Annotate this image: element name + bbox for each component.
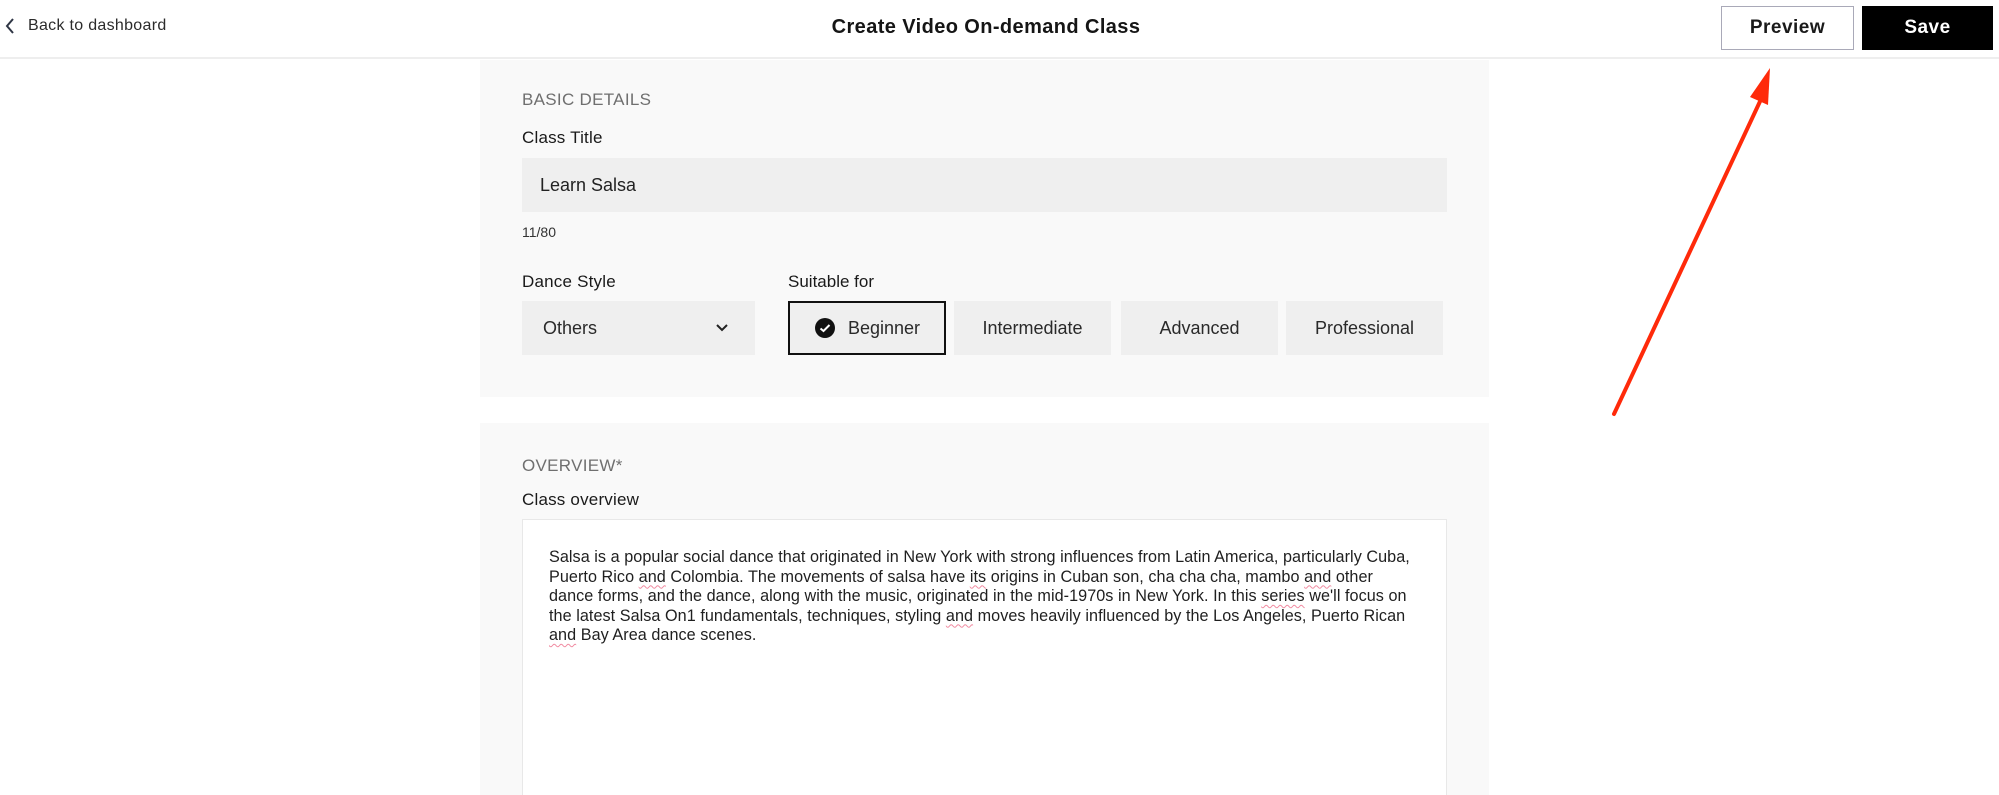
- class-overview-textarea[interactable]: Salsa is a popular social dance that ori…: [522, 519, 1447, 795]
- spellcheck-word: and: [638, 567, 666, 586]
- spellcheck-word: and: [945, 606, 974, 625]
- level-advanced-button[interactable]: Advanced: [1121, 301, 1278, 355]
- text-segment: Colombia. The movements of salsa have: [665, 567, 970, 586]
- chevron-down-icon: [716, 324, 728, 332]
- class-overview-label: Class overview: [522, 490, 640, 509]
- text-segment: moves heavily influenced by the Los Ange…: [973, 606, 1406, 625]
- char-count: 11/80: [522, 224, 556, 240]
- spellcheck-word: series: [1261, 587, 1305, 605]
- level-intermediate-button[interactable]: Intermediate: [954, 301, 1111, 355]
- preview-button[interactable]: Preview: [1721, 6, 1854, 50]
- dance-style-value: Others: [543, 317, 598, 338]
- page-title: Create Video On-demand Class: [831, 16, 1141, 38]
- text-segment: Bay Area dance scenes.: [576, 626, 757, 644]
- spellcheck-word: its: [969, 567, 987, 586]
- spellcheck-word: and: [1304, 567, 1332, 586]
- save-button[interactable]: Save: [1862, 6, 1993, 50]
- level-label: Beginner: [847, 317, 921, 338]
- overview-panel: OVERVIEW* Class overview Salsa is a popu…: [480, 423, 1489, 795]
- dance-style-select[interactable]: Others: [522, 301, 755, 355]
- class-overview-text: Salsa is a popular social dance that ori…: [549, 548, 1420, 646]
- basic-details-panel: BASIC DETAILS Class Title 11/80 Dance St…: [480, 60, 1489, 397]
- annotation-arrow-icon: [1612, 68, 1770, 416]
- class-title-label: Class Title: [522, 128, 603, 147]
- level-label: Advanced: [1159, 317, 1240, 338]
- check-circle-icon: [814, 318, 835, 338]
- class-title-input[interactable]: [522, 158, 1447, 212]
- text-segment: origins in Cuban son, cha cha cha, mambo: [986, 567, 1305, 586]
- dance-style-label: Dance Style: [522, 272, 616, 291]
- top-bar: Back to dashboard Create Video On-demand…: [0, 0, 1999, 59]
- overview-heading: OVERVIEW*: [522, 456, 623, 475]
- level-professional-button[interactable]: Professional: [1286, 301, 1443, 355]
- basic-details-heading: BASIC DETAILS: [522, 90, 652, 109]
- level-label: Intermediate: [982, 317, 1083, 338]
- spellcheck-word: and: [549, 626, 577, 644]
- level-beginner-button[interactable]: Beginner: [788, 301, 946, 355]
- level-label: Professional: [1314, 317, 1415, 338]
- suitable-for-label: Suitable for: [788, 272, 874, 291]
